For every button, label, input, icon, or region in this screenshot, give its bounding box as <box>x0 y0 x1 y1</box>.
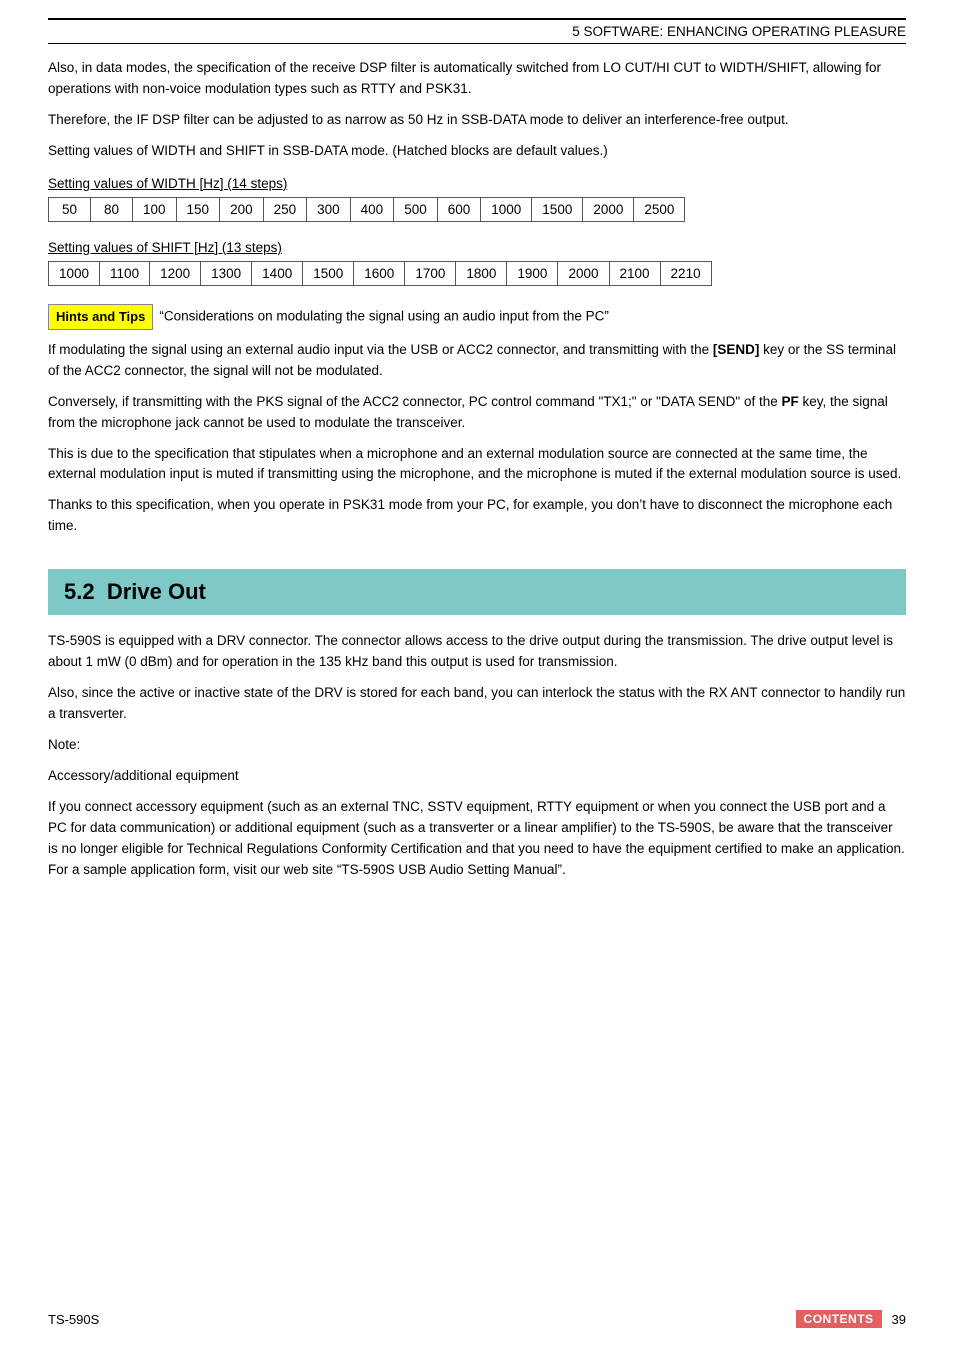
table-cell: 1800 <box>456 261 507 285</box>
table-cell: 1200 <box>150 261 201 285</box>
section-52-title: Drive Out <box>107 579 206 604</box>
table-cell: 1500 <box>532 197 583 221</box>
footer-contents-button[interactable]: CONTENTS <box>796 1310 882 1328</box>
page-footer: TS-590S CONTENTS 39 <box>48 1310 906 1328</box>
table-cell: 1300 <box>201 261 252 285</box>
hints-line: Hints and Tips “Considerations on modulat… <box>48 304 906 330</box>
table-cell: 1900 <box>507 261 558 285</box>
pf-bold: PF <box>781 394 798 409</box>
hints-para-3: This is due to the specification that st… <box>48 444 906 486</box>
table-cell: 1100 <box>100 261 150 285</box>
send-bold: [SEND] <box>713 342 760 357</box>
table-cell: 300 <box>307 197 351 221</box>
footer-page-number: 39 <box>892 1312 906 1327</box>
table-cell: 1600 <box>354 261 405 285</box>
table-cell: 1700 <box>405 261 456 285</box>
table-cell: 500 <box>394 197 438 221</box>
page: 5 SOFTWARE: ENHANCING OPERATING PLEASURE… <box>0 0 954 1350</box>
table-cell: 2000 <box>558 261 609 285</box>
intro-para-2: Therefore, the IF DSP filter can be adju… <box>48 110 906 131</box>
table-cell: 400 <box>350 197 394 221</box>
width-table-label: Setting values of WIDTH [Hz] (14 steps) <box>48 176 906 191</box>
table-cell: 2100 <box>609 261 660 285</box>
table-cell: 2000 <box>583 197 634 221</box>
hints-para-2: Conversely, if transmitting with the PKS… <box>48 392 906 434</box>
table-cell: 150 <box>176 197 220 221</box>
table-cell: 600 <box>437 197 481 221</box>
accessory-para: If you connect accessory equipment (such… <box>48 797 906 881</box>
table-cell: 50 <box>49 197 91 221</box>
hints-para-1-text: If modulating the signal using an extern… <box>48 342 896 378</box>
intro-para-1: Also, in data modes, the specification o… <box>48 58 906 100</box>
table-cell: 2500 <box>634 197 685 221</box>
table-cell: 250 <box>263 197 307 221</box>
table-cell: 1000 <box>481 197 532 221</box>
accessory-label: Accessory/additional equipment <box>48 766 906 787</box>
table-cell: 1000 <box>49 261 100 285</box>
page-header: 5 SOFTWARE: ENHANCING OPERATING PLEASURE <box>48 18 906 44</box>
width-table: 5080100150200250300400500600100015002000… <box>48 197 685 222</box>
hints-quote: “Considerations on modulating the signal… <box>159 308 609 323</box>
section-52-heading: 5.2 Drive Out <box>48 569 906 615</box>
hints-para-4: Thanks to this specification, when you o… <box>48 495 906 537</box>
section52-para-2: Also, since the active or inactive state… <box>48 683 906 725</box>
shift-table: 1000110012001300140015001600170018001900… <box>48 261 712 286</box>
table-cell: 2210 <box>660 261 711 285</box>
intro-para-3: Setting values of WIDTH and SHIFT in SSB… <box>48 141 906 162</box>
table-cell: 100 <box>133 197 177 221</box>
hints-para-1: If modulating the signal using an extern… <box>48 340 906 382</box>
section-52-number: 5.2 <box>64 579 95 604</box>
hints-label: Hints and Tips <box>48 304 153 330</box>
table-cell: 1500 <box>303 261 354 285</box>
table-cell: 200 <box>220 197 264 221</box>
section52-para-1: TS-590S is equipped with a DRV connector… <box>48 631 906 673</box>
shift-table-label: Setting values of SHIFT [Hz] (13 steps) <box>48 240 906 255</box>
table-cell: 80 <box>91 197 133 221</box>
table-cell: 1400 <box>252 261 303 285</box>
footer-model: TS-590S <box>48 1312 99 1327</box>
note-label: Note: <box>48 735 906 756</box>
header-title: 5 SOFTWARE: ENHANCING OPERATING PLEASURE <box>572 24 906 39</box>
